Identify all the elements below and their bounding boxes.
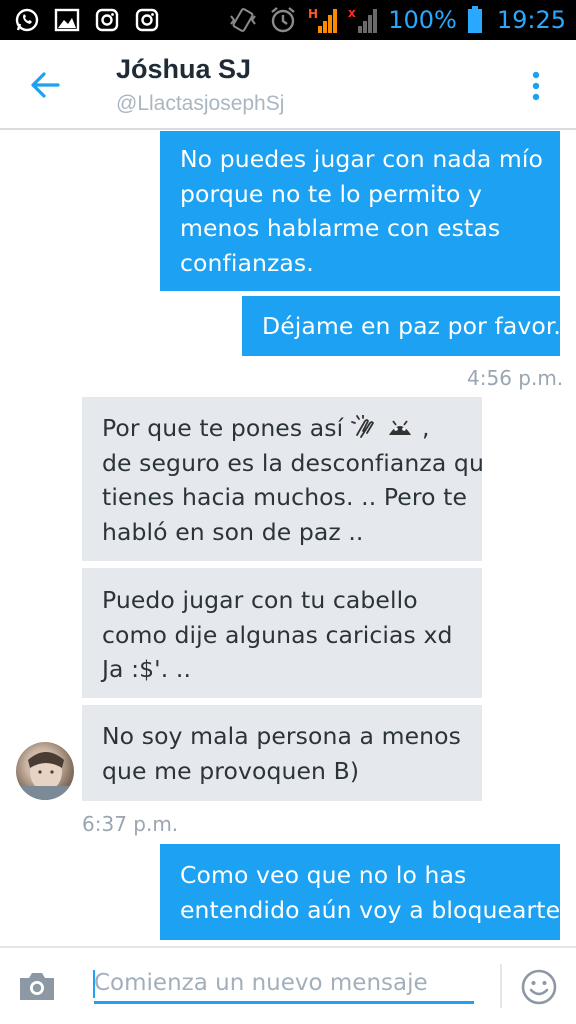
contact-handle: @LlactasjosephSj bbox=[116, 92, 285, 115]
overflow-menu-button[interactable] bbox=[516, 64, 556, 108]
message-timestamp: 4:56 p.m. bbox=[467, 366, 564, 390]
message-line: Ja :$'. .. bbox=[102, 655, 192, 683]
message-line: Como veo que no lo has bbox=[180, 861, 467, 889]
status-system: H x 100% 19:25 bbox=[228, 4, 566, 36]
message-line: como dije algunas caricias xd bbox=[102, 620, 453, 649]
emoji-button[interactable] bbox=[520, 968, 558, 1006]
compose-divider bbox=[500, 964, 502, 1008]
message-received[interactable]: Puedo jugar con tu cabello como dije alg… bbox=[82, 568, 482, 698]
message-received[interactable]: No soy mala persona a menos que me provo… bbox=[82, 705, 482, 801]
message-line: Déjame en paz por favor. bbox=[262, 312, 562, 340]
message-line: No soy mala persona a menos bbox=[102, 722, 461, 750]
emoji-icon bbox=[521, 969, 557, 1005]
avatar-photo bbox=[16, 752, 74, 800]
battery-icon bbox=[467, 6, 482, 33]
message-line: porque no te lo permito y bbox=[180, 179, 483, 208]
alarm-icon bbox=[271, 7, 295, 33]
message-sent[interactable]: Como veo que no lo has entendido aún voy… bbox=[160, 844, 568, 940]
message-line: menos hablarme con estas bbox=[180, 214, 501, 242]
message-sent[interactable]: Déjame en paz por favor. bbox=[242, 296, 562, 356]
message-sent[interactable]: No puedes jugar con nada mío porque no t… bbox=[160, 131, 560, 291]
clock: 19:25 bbox=[496, 6, 566, 34]
text-cursor bbox=[93, 970, 95, 998]
message-line: que me provoquen B) bbox=[102, 756, 360, 785]
message-line-with-emoji: Por que te pones así , bbox=[102, 411, 468, 446]
message-text: , bbox=[422, 414, 430, 442]
gallery-icon bbox=[54, 8, 80, 32]
message-timestamp: 6:37 p.m. bbox=[82, 812, 179, 836]
instagram-icon bbox=[95, 8, 119, 32]
contact-name: Jóshua SJ bbox=[116, 54, 252, 84]
battery-percent: 100% bbox=[388, 6, 457, 34]
message-line: tienes hacia muchos. .. Pero te bbox=[102, 483, 468, 511]
android-face-icon bbox=[389, 420, 412, 435]
message-line: Puedo jugar con tu cabello bbox=[102, 586, 418, 614]
status-bar: H x 100% 19:25 bbox=[0, 0, 576, 40]
signal-h-icon: H bbox=[308, 7, 338, 33]
camera-button[interactable] bbox=[16, 968, 58, 1004]
svg-text:x: x bbox=[348, 6, 356, 20]
message-line: habló en son de paz .. bbox=[102, 517, 364, 546]
compose-bar bbox=[0, 946, 576, 1024]
message-line: confianzas. bbox=[180, 248, 314, 277]
sender-avatar[interactable] bbox=[16, 742, 74, 800]
vibrate-icon bbox=[230, 8, 257, 32]
message-line: entendido aún voy a bloquearte. bbox=[180, 895, 568, 924]
message-text: Por que te pones así bbox=[102, 414, 344, 442]
camera-icon bbox=[20, 973, 54, 1000]
back-button[interactable] bbox=[22, 62, 68, 108]
message-input[interactable] bbox=[94, 964, 474, 1004]
clapping-hands-icon bbox=[350, 415, 374, 438]
whatsapp-icon bbox=[15, 8, 39, 32]
message-line: No puedes jugar con nada mío bbox=[180, 145, 543, 173]
instagram-icon bbox=[135, 8, 159, 32]
message-received[interactable]: Por que te pones así , de seguro es la d… bbox=[82, 397, 484, 561]
overflow-menu-icon bbox=[532, 71, 540, 101]
svg-text:H: H bbox=[308, 7, 318, 21]
status-notifications bbox=[14, 8, 160, 32]
signal-x-icon: x bbox=[348, 6, 378, 33]
message-line: de seguro es la desconfianza qu bbox=[102, 448, 484, 477]
back-arrow-icon bbox=[31, 72, 60, 98]
conversation-header: Jóshua SJ @LlactasjosephSj bbox=[0, 40, 576, 130]
